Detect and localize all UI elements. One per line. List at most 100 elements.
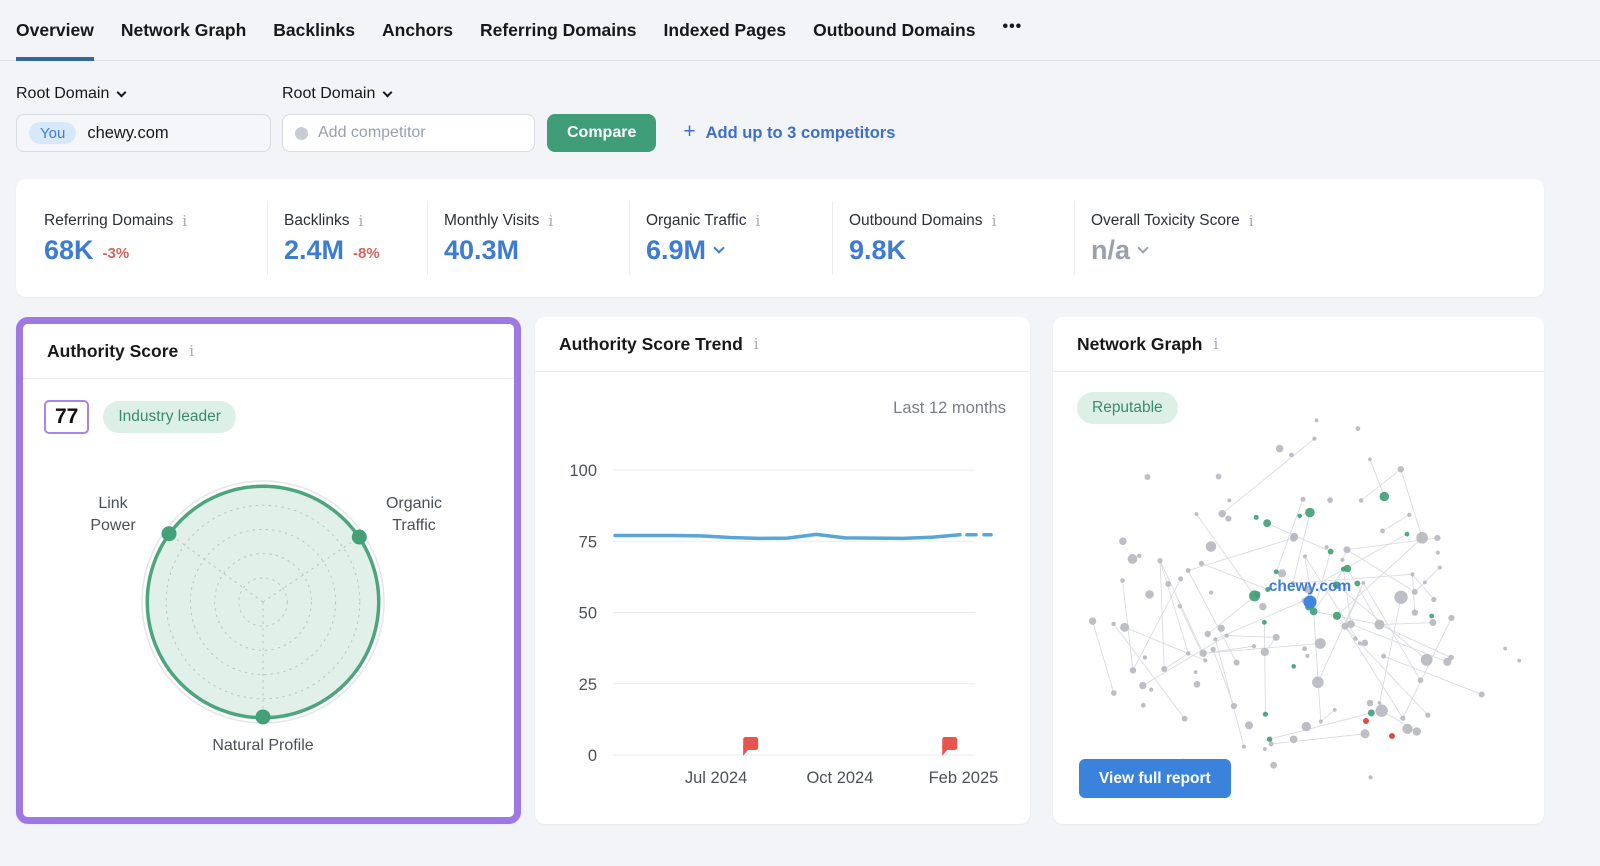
network-node <box>1290 736 1298 744</box>
tab-indexed-pages[interactable]: Indexed Pages <box>664 0 787 60</box>
network-node <box>1270 762 1277 769</box>
info-icon[interactable]: i <box>754 337 759 352</box>
add-competitors-label: Add up to 3 competitors <box>706 124 896 143</box>
radar-value-area <box>147 486 379 718</box>
network-node <box>1343 546 1350 553</box>
network-node <box>1145 590 1154 599</box>
tab-backlinks[interactable]: Backlinks <box>273 0 355 60</box>
network-node <box>1259 603 1266 610</box>
tab-anchors[interactable]: Anchors <box>382 0 453 60</box>
metric-label: Backlinks <box>284 212 349 230</box>
info-icon[interactable]: i <box>548 214 553 229</box>
metric-backlinks: Backlinksi 2.4M-8% <box>268 201 428 275</box>
network-node <box>1263 519 1271 527</box>
tab-referring-domains[interactable]: Referring Domains <box>480 0 637 60</box>
trend-x-tick: Feb 2025 <box>929 769 999 787</box>
add-competitors-link[interactable]: + Add up to 3 competitors <box>683 114 895 152</box>
network-node <box>1375 705 1387 717</box>
network-node <box>1423 580 1427 584</box>
network-node <box>1374 620 1384 630</box>
network-node <box>1267 737 1272 742</box>
network-node <box>1144 474 1150 480</box>
google-update-flag-icon[interactable] <box>942 737 957 756</box>
network-node <box>1368 457 1372 461</box>
network-node-root-domain[interactable] <box>1304 596 1317 609</box>
competitor-scope-dropdown[interactable]: Root Domain <box>282 85 535 103</box>
network-node-toxic <box>1363 718 1369 724</box>
metric-label: Monthly Visits <box>444 212 539 230</box>
network-node <box>1319 719 1323 723</box>
info-icon[interactable]: i <box>1249 214 1254 229</box>
you-scope-dropdown[interactable]: Root Domain <box>16 85 282 103</box>
tab-overview[interactable]: Overview <box>16 0 94 60</box>
domain-filters: Root Domain You chewy.com Root Domain Ad… <box>0 85 1600 152</box>
network-node <box>1354 581 1360 587</box>
network-node <box>1225 633 1229 637</box>
network-node <box>1245 721 1253 729</box>
network-node <box>1312 676 1324 688</box>
network-node <box>1263 747 1267 751</box>
info-icon[interactable]: i <box>358 214 363 229</box>
network-node <box>1263 712 1268 717</box>
network-node <box>1290 533 1298 541</box>
network-node <box>1302 722 1311 731</box>
you-domain-input[interactable]: You chewy.com <box>16 114 271 152</box>
network-node <box>1431 597 1436 602</box>
network-node <box>1312 436 1316 440</box>
info-icon[interactable]: i <box>992 214 997 229</box>
radar-axis-organic-traffic: OrganicTraffic <box>364 493 464 537</box>
network-node <box>1421 654 1433 666</box>
network-node <box>1120 578 1125 583</box>
network-node <box>1416 532 1428 544</box>
network-node <box>1234 660 1240 666</box>
metric-label: Organic Traffic <box>646 212 747 230</box>
network-node <box>1328 549 1334 555</box>
network-node <box>1137 554 1141 558</box>
trend-y-tick: 0 <box>588 747 597 765</box>
network-node <box>1327 497 1333 503</box>
info-icon[interactable]: i <box>189 344 194 359</box>
info-icon[interactable]: i <box>1213 337 1218 352</box>
network-node <box>1503 647 1507 651</box>
network-node <box>1209 590 1213 594</box>
network-node <box>1227 498 1231 502</box>
network-node <box>1199 650 1206 657</box>
network-node <box>1262 620 1267 625</box>
network-node <box>1410 572 1414 576</box>
tab-network-graph[interactable]: Network Graph <box>121 0 246 60</box>
network-node <box>1211 647 1216 652</box>
network-node <box>1291 664 1296 669</box>
competitor-placeholder: Add competitor <box>318 124 426 142</box>
network-node <box>1394 591 1407 604</box>
network-node <box>1261 648 1269 656</box>
network-node <box>1379 492 1389 502</box>
network-node <box>1340 558 1344 562</box>
info-icon[interactable]: i <box>182 214 187 229</box>
network-node <box>1356 426 1361 431</box>
network-node <box>1119 538 1127 546</box>
network-node <box>1358 641 1362 645</box>
network-node <box>1273 634 1280 641</box>
widget-cards-row: Authority Score i 77 Industry leader Lin… <box>0 317 1600 824</box>
network-node <box>1120 623 1129 632</box>
network-graph-card: Network Graph i Reputable chewy.com View… <box>1053 317 1544 824</box>
google-update-flag-icon[interactable] <box>743 737 758 756</box>
network-node <box>1252 644 1256 648</box>
organic-traffic-dropdown[interactable]: 6.9M <box>646 237 832 264</box>
more-tabs-icon[interactable]: ••• <box>1002 18 1022 42</box>
network-node <box>1139 682 1146 689</box>
network-node <box>1402 724 1412 734</box>
metrics-summary: Referring Domainsi 68K-3% Backlinksi 2.4… <box>16 179 1544 297</box>
compare-button[interactable]: Compare <box>547 114 656 152</box>
info-icon[interactable]: i <box>756 214 761 229</box>
network-node <box>1448 655 1454 661</box>
tab-outbound-domains[interactable]: Outbound Domains <box>813 0 975 60</box>
network-node <box>1111 690 1117 696</box>
radar-axis-natural-profile: Natural Profile <box>163 735 363 757</box>
add-competitor-input[interactable]: Add competitor <box>282 114 535 152</box>
view-full-report-button[interactable]: View full report <box>1079 759 1231 798</box>
network-node <box>1517 659 1521 663</box>
toxicity-score-dropdown[interactable]: n/a <box>1091 237 1544 264</box>
network-node <box>1178 604 1182 608</box>
network-node <box>1405 532 1410 537</box>
